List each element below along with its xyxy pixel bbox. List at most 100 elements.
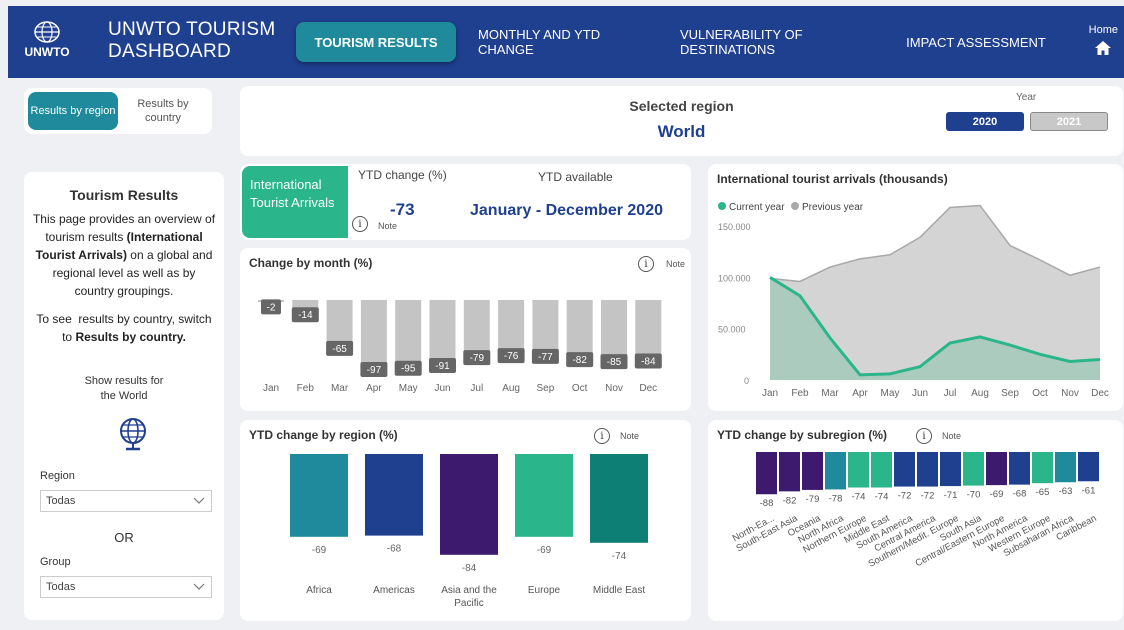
x-tick-label: Jul (944, 388, 957, 399)
subregion-data-label: -65 (1036, 487, 1050, 498)
region-data-label: -69 (537, 545, 552, 556)
subregion-data-label: -82 (783, 495, 797, 506)
year-2020-button[interactable]: 2020 (946, 112, 1024, 131)
subregion-data-label: -72 (898, 491, 912, 502)
subregion-data-label: -74 (852, 492, 866, 503)
region-data-label: -84 (462, 563, 477, 574)
x-tick-label: Feb (791, 388, 809, 399)
ytd-by-subregion-chart: -88North-Ea...-82South-East Asia-79Ocean… (731, 452, 1099, 570)
world-globe-icon[interactable] (116, 416, 150, 452)
panel-description: This page provides an overview of touris… (32, 212, 216, 298)
subregion-data-label: -68 (1013, 489, 1027, 500)
region-bar (590, 454, 648, 543)
subregion-bar (917, 452, 938, 487)
region-data-label: -69 (312, 545, 327, 556)
nav-vulnerability[interactable]: VULNERABILITY OF DESTINATIONS (680, 22, 890, 62)
subregion-bar (848, 452, 869, 488)
month-data-label: -79 (470, 353, 485, 364)
region-dropdown[interactable]: Todas (40, 490, 212, 512)
subregion-data-label: -71 (944, 490, 958, 501)
unwto-logo[interactable]: UNWTO (22, 20, 72, 66)
subregion-bar (871, 452, 892, 488)
region-tick-label: Asia and the (441, 585, 497, 596)
region-data-label: -68 (387, 544, 402, 555)
subregion-bar (802, 452, 823, 490)
subregion-data-label: -69 (990, 489, 1004, 500)
month-tick-label: Feb (297, 383, 315, 394)
month-data-label: -76 (504, 351, 519, 362)
y-tick-label: 150.000 (718, 222, 751, 232)
x-tick-label: Mar (821, 388, 839, 399)
month-data-label: -84 (641, 356, 656, 367)
y-tick-label: 0 (744, 376, 749, 386)
subregion-data-label: -74 (875, 492, 889, 503)
region-dropdown-value: Todas (46, 495, 76, 507)
month-data-label: -77 (538, 352, 553, 363)
region-bar (515, 454, 573, 537)
month-data-label: -85 (607, 357, 622, 368)
subregion-data-label: -79 (806, 494, 820, 505)
subregion-bar (1032, 452, 1053, 484)
subregion-bar (779, 452, 800, 492)
month-bar (498, 300, 525, 351)
panel-title: Tourism Results (69, 187, 179, 203)
subregion-data-label: -88 (760, 498, 774, 509)
month-data-label: -65 (332, 344, 347, 355)
info-icon[interactable]: i (352, 216, 368, 232)
home-button[interactable]: Home (1089, 24, 1118, 56)
y-tick-label: 100.000 (718, 273, 751, 283)
region-bar (365, 454, 423, 536)
month-bar (360, 300, 387, 365)
month-bar (601, 300, 627, 357)
home-label: Home (1088, 24, 1118, 36)
subregion-data-label: -72 (921, 491, 935, 502)
subregion-data-label: -78 (829, 493, 843, 504)
month-tick-label: Dec (639, 383, 657, 394)
month-tick-label: Sep (537, 383, 555, 394)
show-results-label: Show results for the World (84, 375, 164, 402)
subregion-bar (940, 452, 961, 487)
month-data-label: -2 (267, 302, 276, 313)
month-tick-label: Oct (572, 383, 588, 394)
month-data-label: -95 (401, 364, 416, 375)
year-2021-button[interactable]: 2021 (1030, 112, 1108, 131)
app-title-line1: UNWTO TOURISM (108, 19, 276, 40)
x-tick-label: Jan (762, 388, 778, 399)
month-tick-label: Jan (263, 383, 279, 394)
legend-current-year-marker (718, 202, 726, 210)
nav-monthly-ytd-change[interactable]: MONTHLY AND YTD CHANGE (478, 22, 658, 62)
subregion-bar (825, 452, 846, 490)
kpi-card: International Tourist Arrivals YTD chang… (240, 164, 691, 240)
note-label: Note (378, 221, 398, 231)
month-bar (326, 300, 353, 343)
month-data-label: -91 (435, 361, 450, 372)
x-tick-label: Dec (1091, 388, 1109, 399)
chevron-down-icon (193, 583, 205, 590)
region-tick-label: Americas (373, 585, 415, 596)
x-tick-label: Sep (1001, 388, 1019, 399)
month-tick-label: Mar (331, 383, 349, 394)
month-tick-label: May (399, 383, 418, 394)
globe-logo-icon (34, 21, 60, 43)
ytd-by-region-panel: YTD change by region (%) i Note -69 Afric… (240, 420, 691, 621)
x-tick-label: Jun (912, 388, 928, 399)
region-bar (440, 454, 498, 555)
subregion-bar (894, 452, 915, 487)
nav-tourism-results[interactable]: TOURISM RESULTS (296, 22, 456, 62)
toggle-results-by-region[interactable]: Results by region (28, 92, 118, 130)
ytd-change-value: -73 (390, 200, 415, 219)
change-by-month-panel: Change by month (%) i Note -2 Jan -14 Feb -6… (240, 248, 691, 411)
group-dropdown[interactable]: Todas (40, 576, 212, 598)
legend-previous-year-label: Previous year (802, 202, 864, 213)
nav-impact-assessment[interactable]: IMPACT ASSESSMENT (906, 22, 1046, 62)
x-tick-label: Aug (971, 388, 989, 399)
group-label: Group (40, 556, 71, 568)
month-bar (635, 300, 662, 356)
month-data-label: -14 (298, 310, 313, 321)
legend-current-year-label: Current year (729, 202, 785, 213)
toggle-results-by-country[interactable]: Results by country (118, 92, 208, 130)
app-title: UNWTO TOURISM DASHBOARD (108, 19, 276, 63)
region-tick-label: Africa (306, 585, 332, 596)
month-tick-label: Nov (605, 383, 623, 394)
region-tick-label: Europe (528, 585, 561, 596)
